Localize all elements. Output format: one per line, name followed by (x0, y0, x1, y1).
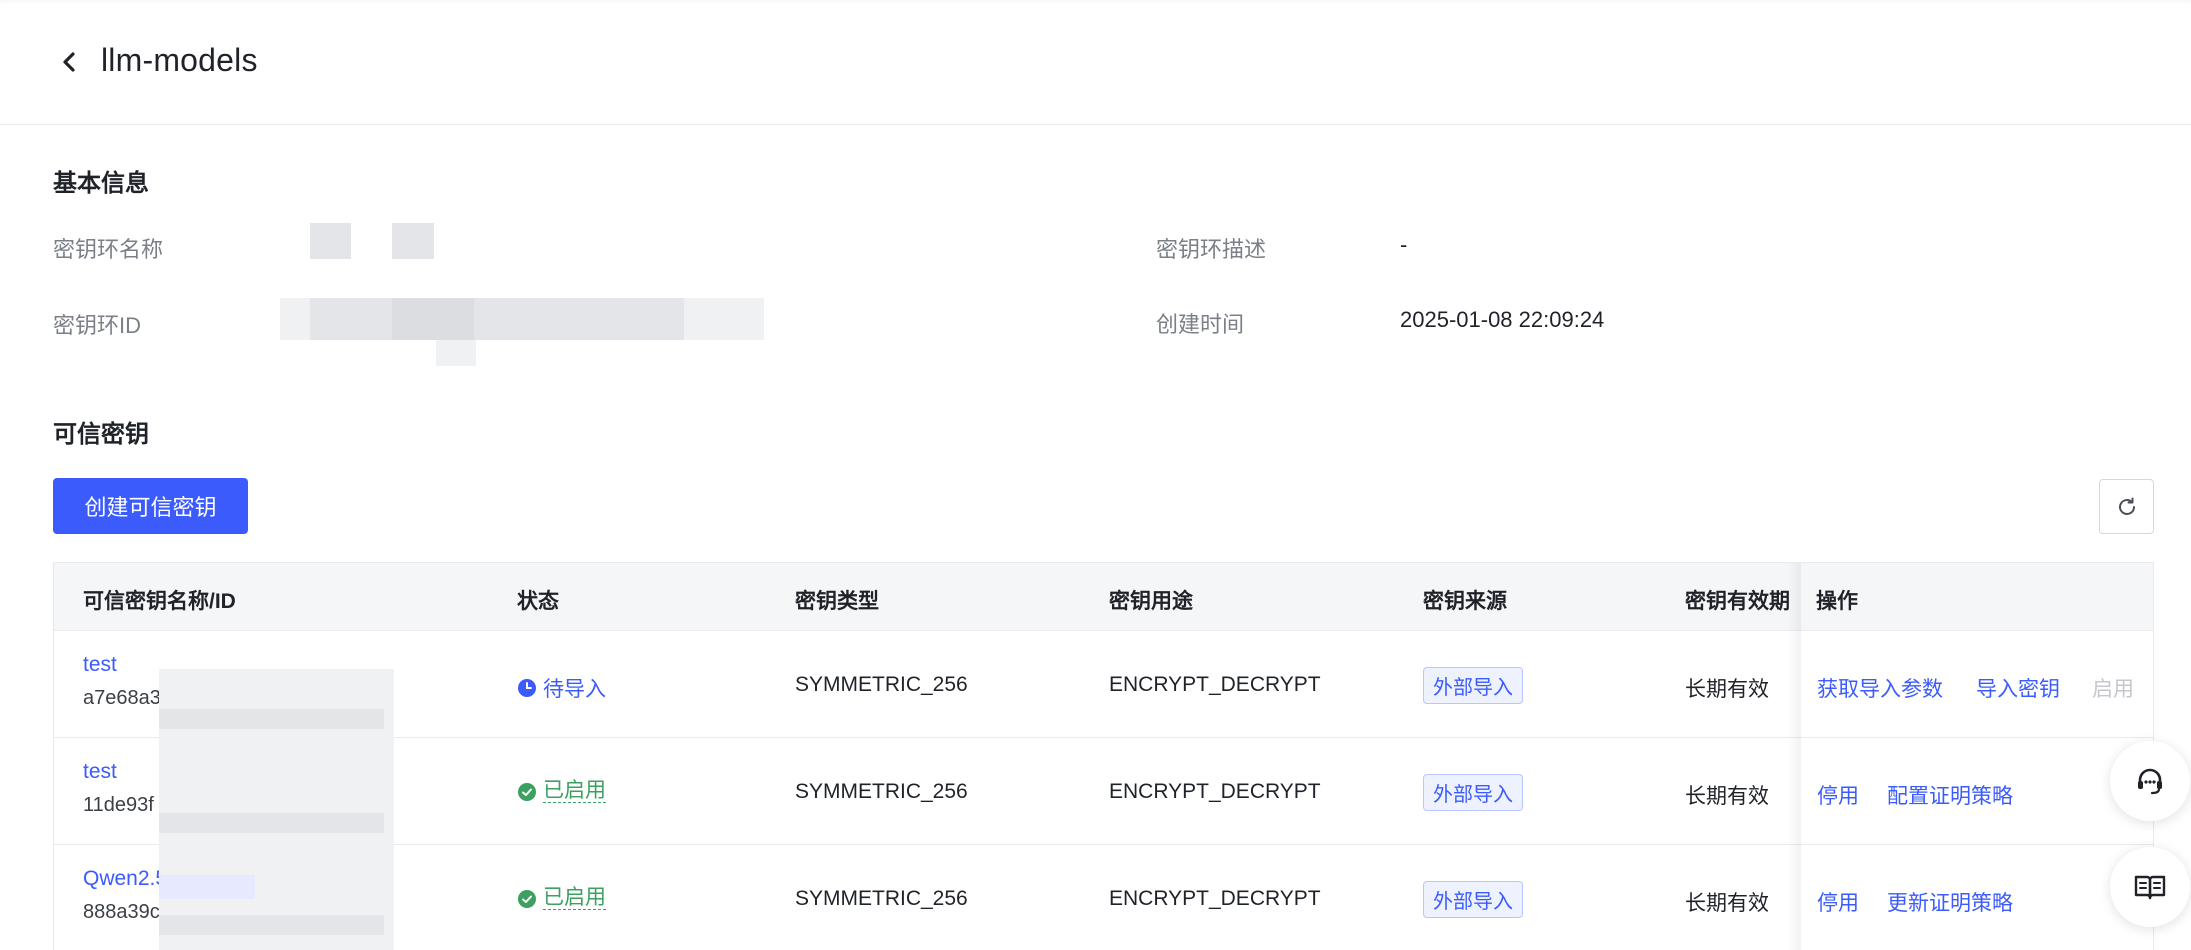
disable-link[interactable]: 停用 (1817, 780, 1859, 810)
get-import-params-link[interactable]: 获取导入参数 (1817, 673, 1943, 703)
col-status: 状态 (517, 590, 559, 613)
chevron-left-icon (63, 52, 75, 72)
key-id: 11de93f (83, 794, 154, 816)
source-tag: 外部导入 (1423, 667, 1523, 704)
key-validity: 长期有效 (1685, 785, 1769, 808)
trusted-keys-table: 可信密钥名称/ID 状态 密钥类型 密钥用途 密钥来源 密钥有效期 操作 tes… (53, 562, 2154, 950)
key-id: 888a39c (83, 901, 160, 923)
keyring-desc-label: 密钥环描述 (1156, 237, 1267, 262)
key-name-link[interactable]: test (83, 760, 117, 784)
trusted-keys-title: 可信密钥 (53, 421, 149, 448)
col-actions: 操作 (1816, 590, 1858, 613)
key-id: a7e68a3 (83, 687, 161, 709)
redacted-area (159, 875, 255, 899)
created-time-value: 2025-01-08 22:09:24 (1400, 307, 1605, 332)
col-source: 密钥来源 (1423, 590, 1507, 613)
table-row: test 11de93f 已启用 SYMMETRIC_256 ENCRYPT_D… (54, 738, 2153, 845)
created-time-label: 创建时间 (1156, 312, 1245, 337)
support-button[interactable] (2110, 741, 2190, 821)
redacted-area (159, 915, 384, 935)
disable-link[interactable]: 停用 (1817, 887, 1859, 917)
col-validity: 密钥有效期 (1685, 590, 1790, 613)
key-validity: 长期有效 (1685, 678, 1769, 701)
refresh-button[interactable] (2099, 479, 2154, 534)
basic-info-title: 基本信息 (53, 170, 149, 197)
table-row: Qwen2.5 888a39c 已启用 SYMMETRIC_256 ENCRYP… (54, 845, 2153, 950)
key-name-link[interactable]: Qwen2.5 (83, 867, 167, 891)
redacted-area (159, 709, 384, 729)
keyring-name-label: 密钥环名称 (53, 237, 164, 262)
enable-link[interactable]: 启用 (2092, 673, 2134, 703)
update-attestation-policy-link[interactable]: 更新证明策略 (1887, 887, 2013, 917)
docs-button[interactable] (2110, 847, 2190, 927)
status-badge: 待导入 (517, 673, 606, 703)
fixed-column-shadow (1787, 563, 1801, 950)
keyring-desc-value: - (1400, 232, 1408, 257)
page-title: llm-models (101, 42, 258, 78)
status-text: 待导入 (543, 678, 606, 701)
refresh-icon (2118, 497, 2135, 515)
key-validity: 长期有效 (1685, 892, 1769, 915)
col-name: 可信密钥名称/ID (83, 590, 236, 613)
import-key-link[interactable]: 导入密钥 (1976, 673, 2060, 703)
key-type: SYMMETRIC_256 (795, 887, 968, 910)
clock-icon (518, 679, 536, 697)
status-text[interactable]: 已启用 (543, 887, 606, 910)
table-row: test a7e68a3 待导入 SYMMETRIC_256 ENCRYPT_D… (54, 631, 2153, 738)
redacted-area (159, 813, 384, 833)
book-icon (2134, 875, 2166, 900)
key-usage: ENCRYPT_DECRYPT (1109, 780, 1321, 803)
key-type: SYMMETRIC_256 (795, 780, 968, 803)
status-badge: 已启用 (517, 780, 606, 803)
source-tag: 外部导入 (1423, 881, 1523, 918)
status-badge: 已启用 (517, 887, 606, 910)
key-name-link[interactable]: test (83, 653, 117, 677)
source-tag: 外部导入 (1423, 774, 1523, 811)
key-type: SYMMETRIC_256 (795, 673, 968, 696)
check-circle-icon (518, 782, 536, 801)
keyring-id-label: 密钥环ID (53, 313, 142, 338)
col-type: 密钥类型 (795, 590, 879, 613)
status-text[interactable]: 已启用 (543, 780, 606, 803)
configure-attestation-policy-link[interactable]: 配置证明策略 (1887, 780, 2013, 810)
key-usage: ENCRYPT_DECRYPT (1109, 887, 1321, 910)
check-circle-icon (518, 889, 536, 908)
col-usage: 密钥用途 (1109, 590, 1193, 613)
back-button[interactable] (56, 48, 84, 76)
page-header: llm-models (0, 0, 2191, 125)
create-trusted-key-button[interactable]: 创建可信密钥 (53, 478, 248, 534)
table-header: 可信密钥名称/ID 状态 密钥类型 密钥用途 密钥来源 密钥有效期 操作 (54, 563, 2153, 631)
headset-icon (2138, 768, 2162, 795)
key-usage: ENCRYPT_DECRYPT (1109, 673, 1321, 696)
